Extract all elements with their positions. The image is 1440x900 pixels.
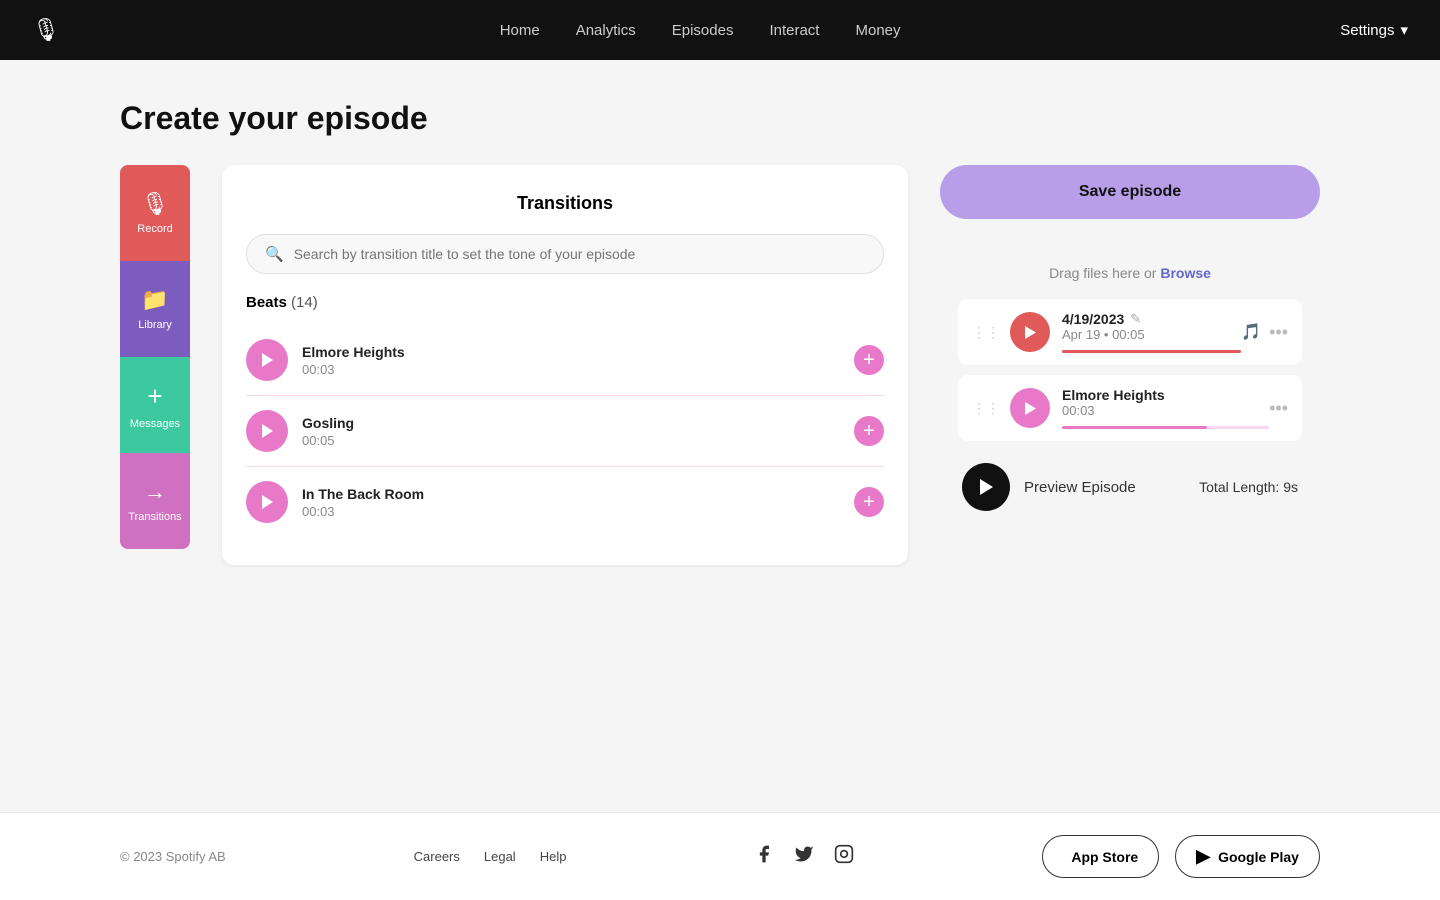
footer-links: Careers Legal Help bbox=[414, 849, 567, 864]
drag-handle-icon[interactable]: ⋮⋮ bbox=[972, 324, 1000, 341]
footer-link-careers[interactable]: Careers bbox=[414, 849, 460, 864]
footer-copyright: © 2023 Spotify AB bbox=[120, 849, 226, 864]
nav-link-analytics[interactable]: Analytics bbox=[576, 22, 636, 39]
beat-progress-bar bbox=[1062, 426, 1269, 429]
recording-meta: Apr 19 • 00:05 bbox=[1062, 327, 1241, 342]
chevron-down-icon: ▾ bbox=[1400, 21, 1408, 39]
music-note-icon: 🎵 bbox=[1241, 322, 1261, 342]
total-length: Total Length: 9s bbox=[1199, 479, 1298, 495]
sidebar-label-library: Library bbox=[138, 319, 172, 331]
beat-item-info: Elmore Heights 00:03 bbox=[1062, 387, 1269, 429]
footer-stores: App Store ▶ Google Play bbox=[1042, 835, 1320, 878]
search-input[interactable] bbox=[294, 246, 865, 262]
app-store-button[interactable]: App Store bbox=[1042, 835, 1159, 878]
settings-button[interactable]: Settings ▾ bbox=[1340, 21, 1408, 39]
more-options-icon[interactable]: ••• bbox=[1269, 398, 1288, 419]
footer-link-help[interactable]: Help bbox=[540, 849, 567, 864]
main-content: Create your episode 🎙 Record 📁 Library +… bbox=[0, 60, 1440, 812]
edit-icon[interactable]: ✎ bbox=[1130, 311, 1141, 327]
sidebar: 🎙 Record 📁 Library + Messages → Transiti… bbox=[120, 165, 190, 565]
nav-link-episodes[interactable]: Episodes bbox=[672, 22, 734, 39]
sidebar-item-transitions[interactable]: → Transitions bbox=[120, 453, 190, 549]
sidebar-label-record: Record bbox=[137, 223, 172, 235]
track-info: Elmore Heights 00:03 bbox=[302, 344, 840, 377]
nav-logo: 🎙 bbox=[32, 17, 60, 43]
recording-actions: 🎵 ••• bbox=[1241, 322, 1288, 343]
track-item: Gosling 00:05 + bbox=[246, 396, 884, 467]
beats-header: Beats (14) bbox=[246, 294, 884, 311]
footer: © 2023 Spotify AB Careers Legal Help App… bbox=[0, 812, 1440, 900]
content-area: 🎙 Record 📁 Library + Messages → Transiti… bbox=[120, 165, 1320, 565]
library-icon: 📁 bbox=[141, 287, 168, 313]
more-options-icon[interactable]: ••• bbox=[1269, 322, 1288, 343]
preview-bar: Preview Episode Total Length: 9s bbox=[958, 451, 1302, 511]
browse-link[interactable]: Browse bbox=[1160, 265, 1211, 281]
track-info: Gosling 00:05 bbox=[302, 415, 840, 448]
track-duration: 00:05 bbox=[302, 433, 840, 448]
microphone-icon: 🎙 bbox=[141, 191, 169, 217]
facebook-icon[interactable] bbox=[754, 844, 774, 869]
transitions-icon: → bbox=[144, 479, 166, 505]
track-item: Elmore Heights 00:03 + bbox=[246, 325, 884, 396]
search-bar: 🔍 bbox=[246, 234, 884, 274]
preview-play-button[interactable] bbox=[962, 463, 1010, 511]
sidebar-item-library[interactable]: 📁 Library bbox=[120, 261, 190, 357]
nav-links: Home Analytics Episodes Interact Money bbox=[500, 22, 901, 39]
nav-link-home[interactable]: Home bbox=[500, 22, 540, 39]
add-track-button-backroom[interactable]: + bbox=[854, 487, 884, 517]
preview-label: Preview Episode bbox=[1024, 479, 1136, 496]
play-button-backroom[interactable] bbox=[246, 481, 288, 523]
play-recording-button[interactable] bbox=[1010, 312, 1050, 352]
track-item: In The Back Room 00:03 + bbox=[246, 467, 884, 537]
beat-meta: 00:03 bbox=[1062, 403, 1269, 418]
nav-link-money[interactable]: Money bbox=[855, 22, 900, 39]
play-button-gosling[interactable] bbox=[246, 410, 288, 452]
episode-item-info: 4/19/2023 ✎ Apr 19 • 00:05 bbox=[1062, 311, 1241, 353]
nav-link-interact[interactable]: Interact bbox=[769, 22, 819, 39]
recording-progress-bar bbox=[1062, 350, 1241, 353]
play-button-elmore[interactable] bbox=[246, 339, 288, 381]
track-duration: 00:03 bbox=[302, 504, 840, 519]
instagram-icon[interactable] bbox=[834, 844, 854, 869]
track-name: Elmore Heights bbox=[302, 344, 840, 360]
episode-item-recording: ⋮⋮ 4/19/2023 ✎ Apr 19 • 00:05 🎵 bbox=[958, 299, 1302, 365]
track-info: In The Back Room 00:03 bbox=[302, 486, 840, 519]
sidebar-label-messages: Messages bbox=[130, 418, 180, 430]
right-panel: Save episode Drag files here or Browse ⋮… bbox=[940, 165, 1320, 565]
track-name: In The Back Room bbox=[302, 486, 840, 502]
beat-title: Elmore Heights bbox=[1062, 387, 1269, 403]
google-play-icon: ▶ bbox=[1196, 846, 1210, 867]
footer-social bbox=[754, 844, 854, 869]
transitions-panel: Transitions 🔍 Beats (14) Elmore Heights … bbox=[222, 165, 908, 565]
footer-link-legal[interactable]: Legal bbox=[484, 849, 516, 864]
twitter-icon[interactable] bbox=[794, 844, 814, 869]
sidebar-item-record[interactable]: 🎙 Record bbox=[120, 165, 190, 261]
transitions-title: Transitions bbox=[246, 193, 884, 214]
play-beat-button[interactable] bbox=[1010, 388, 1050, 428]
sidebar-item-messages[interactable]: + Messages bbox=[120, 357, 190, 453]
add-track-button-elmore[interactable]: + bbox=[854, 345, 884, 375]
sidebar-label-transitions: Transitions bbox=[128, 511, 181, 523]
track-name: Gosling bbox=[302, 415, 840, 431]
add-track-button-gosling[interactable]: + bbox=[854, 416, 884, 446]
drag-handle-icon[interactable]: ⋮⋮ bbox=[972, 400, 1000, 417]
drag-area: Drag files here or Browse bbox=[958, 253, 1302, 299]
google-play-button[interactable]: ▶ Google Play bbox=[1175, 835, 1320, 878]
episode-item-beat: ⋮⋮ Elmore Heights 00:03 ••• bbox=[958, 375, 1302, 441]
beat-actions: ••• bbox=[1269, 398, 1288, 419]
navbar: 🎙 Home Analytics Episodes Interact Money… bbox=[0, 0, 1440, 60]
page-title: Create your episode bbox=[120, 100, 1320, 137]
messages-icon: + bbox=[147, 381, 162, 412]
save-episode-button[interactable]: Save episode bbox=[940, 165, 1320, 219]
search-icon: 🔍 bbox=[265, 245, 284, 263]
beats-count: (14) bbox=[291, 294, 318, 311]
track-duration: 00:03 bbox=[302, 362, 840, 377]
episode-content: Drag files here or Browse ⋮⋮ 4/19/2023 ✎… bbox=[940, 235, 1320, 565]
recording-title: 4/19/2023 bbox=[1062, 311, 1124, 327]
